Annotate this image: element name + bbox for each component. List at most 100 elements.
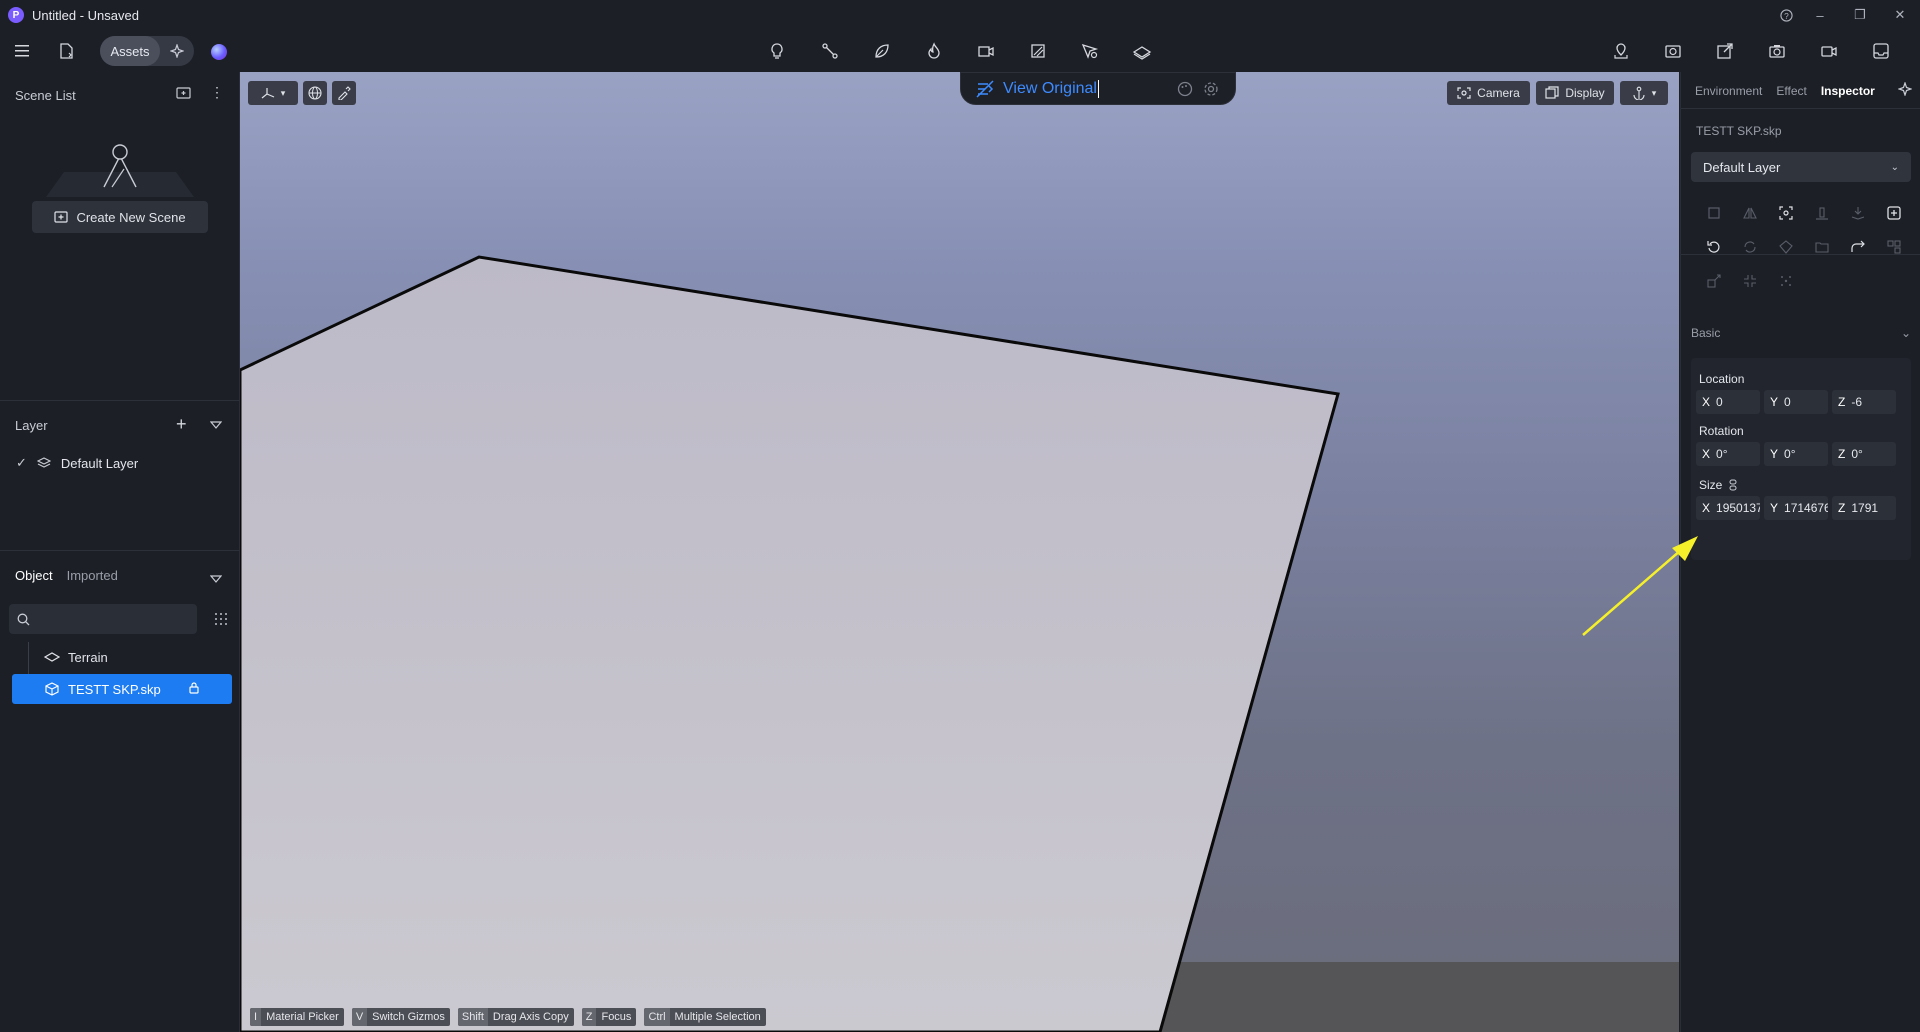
transform-icon[interactable] bbox=[1696, 264, 1732, 298]
reset-icon[interactable] bbox=[1696, 230, 1732, 264]
help-button[interactable]: ? bbox=[1772, 0, 1800, 30]
menu-button[interactable] bbox=[9, 37, 37, 65]
output-tray-button[interactable] bbox=[1867, 37, 1895, 65]
create-new-scene-button[interactable]: Create New Scene bbox=[32, 201, 208, 233]
ai-assets-button[interactable] bbox=[160, 36, 194, 66]
vegetation-tool[interactable] bbox=[868, 37, 896, 65]
layer-item-default[interactable]: ✓ Default Layer bbox=[16, 455, 138, 471]
grid-view-button[interactable] bbox=[208, 606, 234, 632]
divider bbox=[0, 400, 240, 401]
path-tool[interactable] bbox=[816, 37, 844, 65]
settings-gear-icon[interactable] bbox=[1203, 81, 1219, 100]
location-button[interactable] bbox=[1607, 37, 1635, 65]
world-space-button[interactable] bbox=[303, 81, 327, 105]
help-icon: ? bbox=[1779, 8, 1793, 22]
tab-effect[interactable]: Effect bbox=[1776, 84, 1806, 98]
rotation-x-field[interactable]: X 0° bbox=[1696, 442, 1760, 466]
layer-filter-button[interactable] bbox=[209, 418, 223, 433]
size-label: Size bbox=[1699, 478, 1723, 492]
light-tool[interactable] bbox=[763, 37, 791, 65]
view-original-label[interactable]: View Original bbox=[1003, 79, 1099, 98]
lock-icon[interactable] bbox=[188, 681, 200, 697]
rotation-y-field[interactable]: Y 0° bbox=[1764, 442, 1828, 466]
create-new-scene-label: Create New Scene bbox=[76, 209, 186, 225]
minimize-button[interactable]: – bbox=[1800, 0, 1840, 30]
location-y-field[interactable]: Y0 bbox=[1764, 390, 1828, 414]
object-item-terrain[interactable]: Terrain bbox=[12, 642, 232, 672]
shortcut-hints: I Material Picker V Switch Gizmos Shift Dra… bbox=[250, 1008, 766, 1026]
ai-orb-icon[interactable] bbox=[211, 44, 227, 60]
search-icon bbox=[17, 613, 30, 625]
divider bbox=[0, 550, 240, 551]
drop-to-ground-icon[interactable] bbox=[1840, 196, 1876, 230]
snap-button[interactable] bbox=[332, 81, 356, 105]
camera-button[interactable]: Camera bbox=[1447, 81, 1530, 105]
shortcut-hint: I Material Picker bbox=[250, 1008, 344, 1026]
object-filter-button[interactable] bbox=[209, 572, 223, 587]
video-button[interactable] bbox=[1815, 37, 1843, 65]
material-icon[interactable] bbox=[1768, 230, 1804, 264]
rotation-fields: X 0° Y 0° Z 0° bbox=[1696, 442, 1896, 466]
map-pin-icon bbox=[1614, 43, 1628, 59]
annotation-tool[interactable] bbox=[1076, 37, 1104, 65]
effect-tool[interactable] bbox=[920, 37, 948, 65]
anchor-menu-button[interactable]: ▾ bbox=[1620, 81, 1668, 105]
shortcut-hint: Shift Drag Axis Copy bbox=[457, 1008, 574, 1026]
scene-more-icon[interactable]: ⋮ bbox=[210, 84, 224, 101]
scatter-icon[interactable] bbox=[1768, 264, 1804, 298]
tab-object[interactable]: Object bbox=[15, 568, 53, 583]
link-proportion-icon[interactable] bbox=[1728, 479, 1738, 491]
replace-icon[interactable] bbox=[1732, 230, 1768, 264]
3d-viewport[interactable]: ▾ View Original Camera Display ▾ I Materi… bbox=[240, 72, 1679, 1032]
assets-button[interactable]: Assets bbox=[100, 36, 160, 66]
duplicate-icon[interactable] bbox=[1696, 196, 1732, 230]
window-title: Untitled - Unsaved bbox=[32, 7, 139, 23]
size-fields: X 1950137 Y 1714676 Z 1791 bbox=[1696, 496, 1896, 520]
location-label: Location bbox=[1699, 372, 1745, 386]
tab-inspector[interactable]: Inspector bbox=[1821, 84, 1875, 98]
location-x-field[interactable]: X0 bbox=[1696, 390, 1760, 414]
camera-move-tool[interactable] bbox=[972, 37, 1000, 65]
axis-gizmo-icon bbox=[261, 88, 274, 99]
rotation-z-field[interactable]: Z 0° bbox=[1832, 442, 1896, 466]
object-search-input[interactable] bbox=[36, 611, 186, 627]
mirror-icon[interactable] bbox=[1732, 196, 1768, 230]
object-item-testt-skp[interactable]: TESTT SKP.skp bbox=[12, 674, 232, 704]
tab-imported[interactable]: Imported bbox=[67, 568, 118, 583]
basic-section-header[interactable]: Basic ⌄ bbox=[1691, 326, 1911, 340]
display-button[interactable]: Display bbox=[1536, 81, 1614, 105]
render-button[interactable] bbox=[1659, 37, 1687, 65]
size-z-field[interactable]: Z 1791 bbox=[1832, 496, 1896, 520]
folder-icon[interactable] bbox=[1804, 230, 1840, 264]
share-icon[interactable] bbox=[1840, 230, 1876, 264]
check-icon[interactable]: ✓ bbox=[16, 455, 27, 471]
add-layer-button[interactable]: + bbox=[176, 415, 187, 433]
gizmo-mode-button[interactable]: ▾ bbox=[248, 81, 298, 105]
shortcut-key: Shift bbox=[457, 1008, 488, 1026]
add-scene-button[interactable] bbox=[176, 86, 192, 103]
palette-icon[interactable] bbox=[1177, 81, 1193, 100]
compare-off-icon bbox=[976, 79, 994, 98]
chevron-down-icon: ▾ bbox=[1651, 87, 1657, 98]
focus-object-icon[interactable] bbox=[1768, 196, 1804, 230]
shortcut-key: V bbox=[351, 1008, 368, 1026]
tab-environment[interactable]: Environment bbox=[1695, 84, 1762, 98]
align-bottom-icon[interactable] bbox=[1804, 196, 1840, 230]
screenshot-button[interactable] bbox=[1763, 37, 1791, 65]
section-tool[interactable] bbox=[1024, 37, 1052, 65]
add-to-library-icon[interactable] bbox=[1876, 196, 1912, 230]
size-x-field[interactable]: X 1950137 bbox=[1696, 496, 1760, 520]
group-icon[interactable] bbox=[1876, 230, 1912, 264]
globe-icon bbox=[308, 86, 322, 100]
fit-icon[interactable] bbox=[1732, 264, 1768, 298]
size-y-field[interactable]: Y 1714676 bbox=[1764, 496, 1828, 520]
eyedropper-icon bbox=[338, 86, 351, 100]
terrain-tool[interactable] bbox=[1128, 37, 1156, 65]
restore-button[interactable]: ❐ bbox=[1840, 0, 1880, 30]
layer-select[interactable]: Default Layer ⌄ bbox=[1691, 152, 1911, 182]
location-z-field[interactable]: Z -6 bbox=[1832, 390, 1896, 414]
export-button[interactable] bbox=[1711, 37, 1739, 65]
close-button[interactable]: ✕ bbox=[1880, 0, 1920, 30]
new-file-button[interactable] bbox=[52, 37, 80, 65]
ai-assist-button[interactable] bbox=[1897, 81, 1913, 99]
